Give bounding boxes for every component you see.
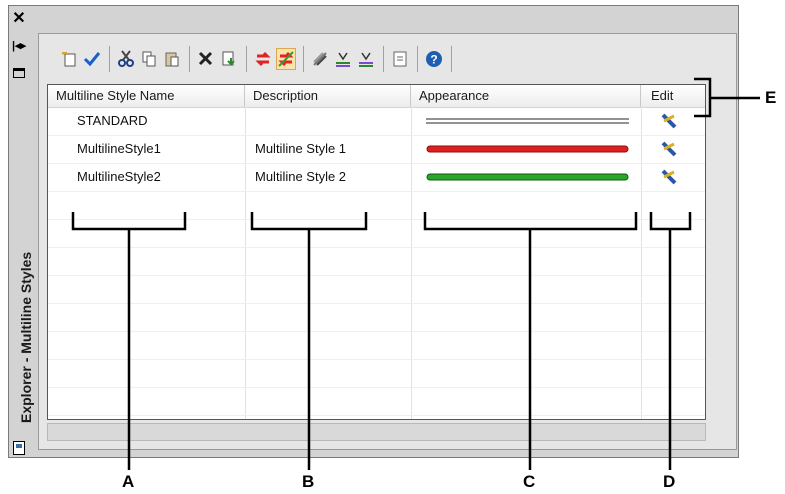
properties-panel-icon[interactable] xyxy=(11,65,27,81)
grid-row-line xyxy=(48,359,705,360)
style-name-cell: MultilineStyle1 xyxy=(77,141,161,156)
column-header-edit[interactable]: Edit xyxy=(641,85,705,107)
column-header-appearance[interactable]: Appearance xyxy=(411,85,641,107)
cut-icon[interactable] xyxy=(116,48,136,70)
style-name-cell: STANDARD xyxy=(77,113,148,128)
appearance-preview-red xyxy=(426,135,631,163)
callout-c: C xyxy=(523,472,536,491)
callout-a: A xyxy=(122,472,135,491)
edit-style-icon[interactable] xyxy=(660,168,678,186)
callout-e: E xyxy=(765,88,777,107)
grid-row-line xyxy=(48,387,705,388)
table-row[interactable]: MultilineStyle1 Multiline Style 1 xyxy=(48,135,705,163)
grid-row-line xyxy=(48,331,705,332)
column-header-description[interactable]: Description xyxy=(245,85,411,107)
new-style-icon[interactable] xyxy=(59,48,79,70)
style-description-cell: Multiline Style 1 xyxy=(255,141,347,156)
properties-icon[interactable] xyxy=(390,48,410,70)
grid-row-line xyxy=(48,275,705,276)
grid-row-line xyxy=(48,415,705,416)
grid-row-line xyxy=(48,219,705,220)
appearance-preview-green xyxy=(426,163,631,191)
purge-all-icon[interactable] xyxy=(276,48,296,70)
toolbar-separator xyxy=(246,46,247,72)
horizontal-scrollbar[interactable] xyxy=(47,423,706,441)
appearance-preview-standard xyxy=(426,107,631,135)
edit-style-icon[interactable] xyxy=(660,112,678,130)
delete-icon[interactable] xyxy=(196,48,216,70)
set-current-icon[interactable] xyxy=(82,48,102,70)
close-icon[interactable]: ✕ xyxy=(11,10,27,27)
toolbar-separator xyxy=(189,46,190,72)
column-header-name[interactable]: Multiline Style Name xyxy=(48,85,245,107)
table-row[interactable]: STANDARD xyxy=(48,107,705,135)
toolbar-separator xyxy=(303,46,304,72)
table-header: Multiline Style Name Description Appeara… xyxy=(48,85,705,108)
purge-icon[interactable] xyxy=(253,48,273,70)
paste-icon[interactable] xyxy=(162,48,182,70)
toolbar-separator xyxy=(109,46,110,72)
explorer-content: ? Multiline Style Name Description Appea… xyxy=(38,33,737,450)
svg-text:?: ? xyxy=(430,53,437,67)
grid-row-line xyxy=(48,303,705,304)
grid-row-line xyxy=(48,191,705,192)
table-row[interactable]: MultilineStyle2 Multiline Style 2 xyxy=(48,163,705,191)
styles-table: Multiline Style Name Description Appeara… xyxy=(47,84,706,420)
toolbar-separator xyxy=(383,46,384,72)
line-tool-icon[interactable] xyxy=(333,48,353,70)
import-icon[interactable] xyxy=(219,48,239,70)
help-icon[interactable]: ? xyxy=(424,48,444,70)
auto-hide-icon[interactable]: |◂▸ xyxy=(11,37,27,53)
grid-row-line xyxy=(48,247,705,248)
style-name-cell: MultilineStyle2 xyxy=(77,169,161,184)
toolbar-separator xyxy=(417,46,418,72)
show-all-icon[interactable] xyxy=(310,48,330,70)
copy-icon[interactable] xyxy=(139,48,159,70)
edit-style-icon[interactable] xyxy=(660,140,678,158)
callout-b: B xyxy=(302,472,315,491)
line-tool-2-icon[interactable] xyxy=(356,48,376,70)
callout-d: D xyxy=(663,472,676,491)
panel-title: Explorer - Multiline Styles xyxy=(18,251,34,423)
style-description-cell: Multiline Style 2 xyxy=(255,169,347,184)
toolbar: ? xyxy=(59,44,458,74)
toolbar-separator xyxy=(451,46,452,72)
panel-menu-icon[interactable] xyxy=(13,441,25,455)
